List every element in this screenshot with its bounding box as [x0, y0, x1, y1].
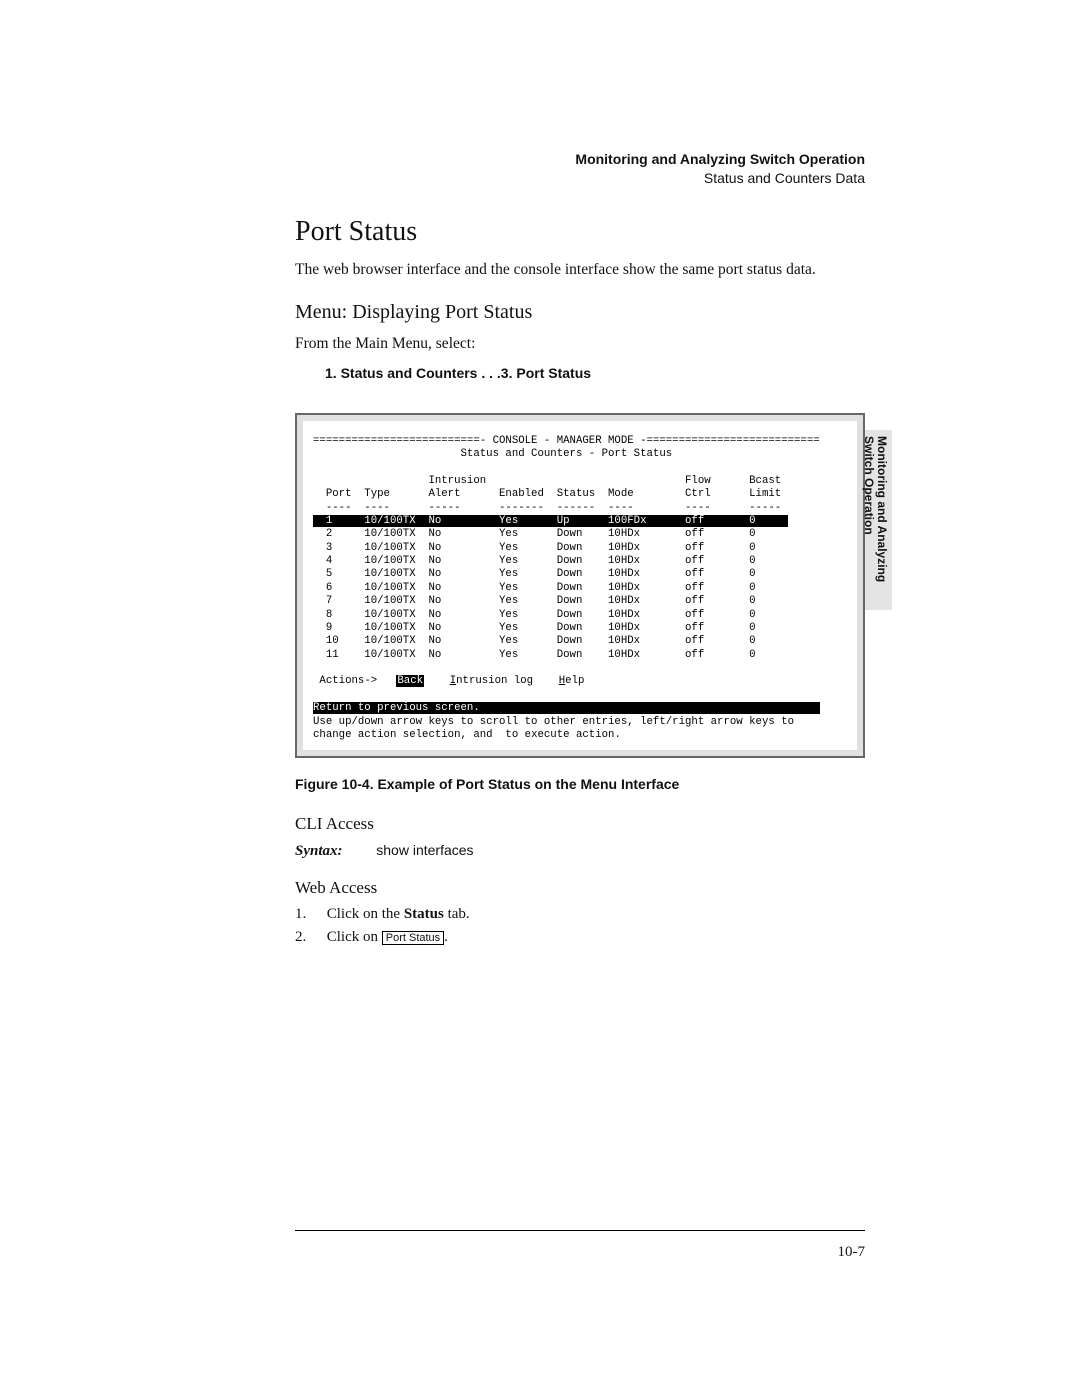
- step2-post: .: [444, 929, 448, 945]
- syntax-row: Syntax: show interfaces: [295, 842, 865, 860]
- page-header: Monitoring and Analyzing Switch Operatio…: [295, 150, 865, 188]
- page-number: 10-7: [838, 1244, 866, 1261]
- intro-paragraph: The web browser interface and the consol…: [295, 260, 865, 281]
- syntax-command: show interfaces: [376, 842, 473, 858]
- header-subtitle: Status and Counters Data: [295, 169, 865, 188]
- figure-caption: Figure 10-4. Example of Port Status on t…: [295, 776, 865, 792]
- step1-pre: Click on the: [327, 906, 404, 922]
- syntax-label: Syntax:: [295, 843, 343, 859]
- step2-pre: Click on: [327, 929, 382, 945]
- web-heading: Web Access: [295, 878, 865, 898]
- side-tab-text: Monitoring and AnalyzingSwitch Operation: [862, 436, 888, 582]
- menu-path: 1. Status and Counters . . .3. Port Stat…: [325, 365, 865, 381]
- web-step-2: 2. Click on Port Status.: [295, 929, 865, 946]
- side-tab: Monitoring and AnalyzingSwitch Operation: [865, 430, 892, 610]
- step1-post: tab.: [444, 906, 470, 922]
- console-screen: ==========================- CONSOLE - MA…: [303, 421, 857, 751]
- cli-heading: CLI Access: [295, 814, 865, 834]
- menu-subheading: Menu: Displaying Port Status: [295, 301, 865, 324]
- section-heading: Port Status: [295, 216, 865, 248]
- header-title: Monitoring and Analyzing Switch Operatio…: [295, 150, 865, 169]
- menu-lead-text: From the Main Menu, select:: [295, 334, 865, 355]
- console-figure: ==========================- CONSOLE - MA…: [295, 413, 865, 759]
- footer-rule: [295, 1230, 865, 1231]
- web-steps: 1. Click on the Status tab. 2. Click on …: [295, 906, 865, 946]
- step1-bold: Status: [404, 906, 444, 922]
- web-step-1: 1. Click on the Status tab.: [295, 906, 865, 923]
- port-status-button-label: Port Status: [382, 931, 444, 945]
